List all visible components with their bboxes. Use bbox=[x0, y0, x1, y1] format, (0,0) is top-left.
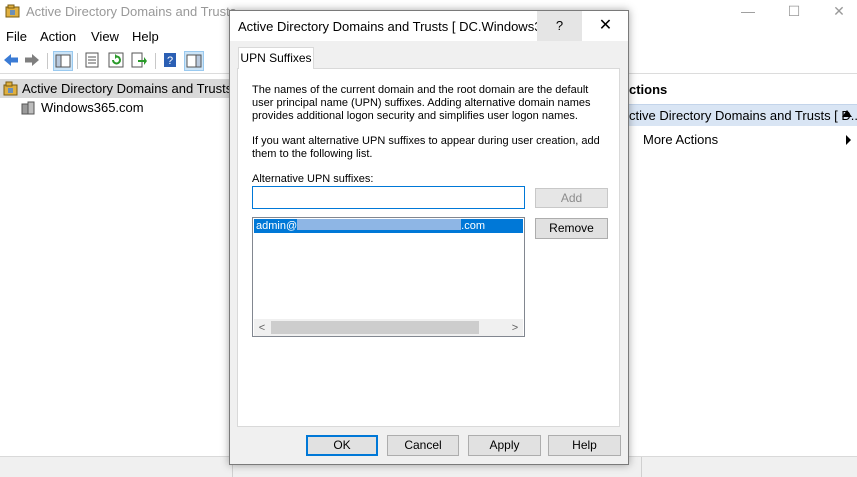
tab-upn-suffixes[interactable]: UPN Suffixes bbox=[238, 47, 314, 69]
toolbar-separator bbox=[77, 53, 78, 69]
instruction-text: If you want alternative UPN suffixes to … bbox=[252, 135, 600, 160]
close-window-button[interactable]: ✕ bbox=[816, 0, 857, 22]
scroll-thumb[interactable] bbox=[271, 321, 479, 334]
menu-help[interactable]: Help bbox=[132, 29, 159, 44]
more-actions-label: More Actions bbox=[643, 132, 719, 147]
refresh-icon[interactable] bbox=[107, 51, 127, 71]
show-hide-action-pane-icon[interactable] bbox=[184, 51, 204, 71]
console-tree: Active Directory Domains and Trusts [ D … bbox=[0, 78, 252, 456]
cancel-button[interactable]: Cancel bbox=[387, 435, 459, 456]
forward-arrow-icon[interactable] bbox=[23, 51, 43, 71]
status-divider bbox=[641, 457, 642, 477]
tab-panel: The names of the current domain and the … bbox=[237, 68, 620, 427]
scroll-left-icon[interactable]: < bbox=[256, 322, 268, 334]
collapse-up-icon[interactable] bbox=[842, 110, 852, 117]
toolbar-separator bbox=[47, 53, 48, 69]
actions-pane: ctions ctive Directory Domains and Trust… bbox=[629, 78, 857, 456]
description-text: The names of the current domain and the … bbox=[252, 84, 591, 122]
dialog-title: Active Directory Domains and Trusts [ DC… bbox=[238, 19, 567, 34]
suffix-prefix: admin@ bbox=[256, 220, 298, 232]
properties-icon[interactable] bbox=[83, 51, 103, 71]
back-arrow-icon[interactable] bbox=[2, 51, 22, 71]
submenu-arrow-icon bbox=[846, 135, 851, 145]
actions-section-header[interactable]: ctive Directory Domains and Trusts [ D..… bbox=[629, 104, 857, 126]
list-item[interactable]: admin@ .com bbox=[254, 219, 523, 233]
dialog-titlebar: Active Directory Domains and Trusts [ DC… bbox=[230, 11, 628, 41]
dialog-close-button[interactable]: ✕ bbox=[583, 11, 628, 41]
tree-item-root-label: Active Directory Domains and Trusts [ D bbox=[22, 81, 253, 96]
domain-icon bbox=[20, 101, 36, 115]
menu-action[interactable]: Action bbox=[40, 29, 76, 44]
actions-header: ctions bbox=[629, 82, 668, 97]
suffix-tld: .com bbox=[461, 220, 485, 232]
dialog-help-button[interactable]: ? bbox=[537, 11, 582, 41]
help-icon[interactable]: ? bbox=[161, 51, 181, 71]
tree-item-domain-label: Windows365.com bbox=[41, 100, 144, 115]
ad-domains-trusts-icon bbox=[5, 4, 21, 18]
ok-button[interactable]: OK bbox=[306, 435, 378, 456]
redacted-block bbox=[297, 219, 462, 230]
alternative-upn-label: Alternative UPN suffixes: bbox=[252, 173, 374, 185]
upn-suffix-list[interactable]: admin@ .com < > bbox=[252, 217, 525, 337]
menu-view[interactable]: View bbox=[91, 29, 119, 44]
scroll-right-icon[interactable]: > bbox=[509, 322, 521, 334]
export-list-icon[interactable] bbox=[130, 51, 150, 71]
apply-button[interactable]: Apply bbox=[468, 435, 541, 456]
svg-text:?: ? bbox=[167, 55, 173, 67]
window-title: Active Directory Domains and Trusts bbox=[26, 4, 237, 19]
upn-suffix-input[interactable] bbox=[252, 186, 525, 209]
ad-domains-trusts-icon bbox=[3, 81, 19, 96]
show-hide-console-tree-icon[interactable] bbox=[53, 51, 73, 71]
horizontal-scrollbar[interactable]: < > bbox=[254, 319, 523, 336]
upn-suffixes-dialog: Active Directory Domains and Trusts [ DC… bbox=[229, 10, 629, 465]
more-actions-item[interactable]: More Actions bbox=[629, 128, 857, 150]
tree-item-root[interactable]: Active Directory Domains and Trusts [ D bbox=[0, 79, 252, 98]
remove-button[interactable]: Remove bbox=[535, 218, 608, 239]
menu-file[interactable]: File bbox=[6, 29, 27, 44]
actions-section-label: ctive Directory Domains and Trusts [ D..… bbox=[629, 108, 857, 123]
help-button[interactable]: Help bbox=[548, 435, 621, 456]
add-button[interactable]: Add bbox=[535, 188, 608, 208]
toolbar-separator bbox=[155, 53, 156, 69]
minimize-button[interactable]: — bbox=[725, 0, 771, 22]
maximize-button[interactable]: ☐ bbox=[771, 0, 817, 22]
